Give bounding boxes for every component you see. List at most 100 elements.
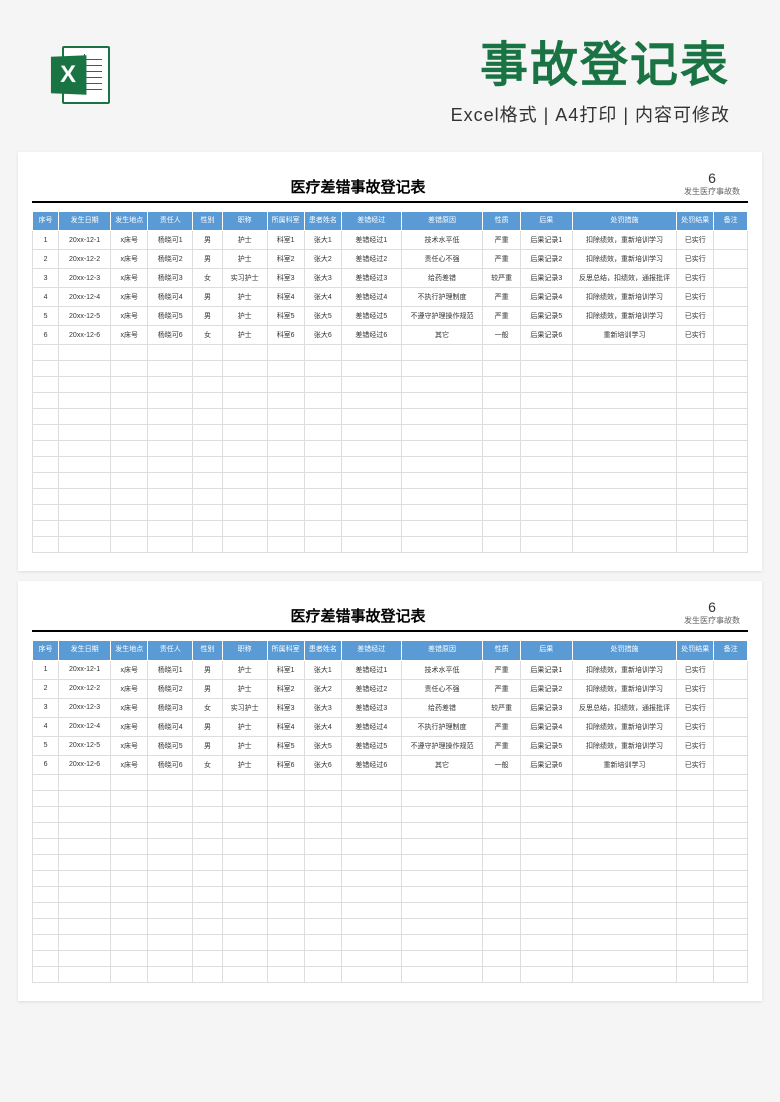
- col-person: 责任人: [148, 212, 193, 231]
- cell-place: x床号: [111, 660, 148, 679]
- cell-gender: 男: [193, 736, 223, 755]
- cell-remark: [714, 660, 748, 679]
- cell-dept: 科室6: [267, 326, 304, 345]
- col-remark: 备注: [714, 641, 748, 660]
- cell-title: 护士: [222, 326, 267, 345]
- cell-measure: 重新培训学习: [572, 755, 676, 774]
- cell-remark: [714, 269, 748, 288]
- cell-result: 已实行: [677, 307, 714, 326]
- cell-nature: 严重: [483, 660, 520, 679]
- col-person: 责任人: [148, 641, 193, 660]
- cell-reason: 其它: [401, 326, 483, 345]
- cell-dept: 科室2: [267, 250, 304, 269]
- cell-date: 20xx-12-1: [59, 231, 111, 250]
- table-row: 520xx-12-5x床号杨晓可5男护士科室5张大5差错经过5不遵守护理操作规范…: [33, 736, 748, 755]
- cell-process: 差错经过3: [342, 269, 402, 288]
- cell-dept: 科室3: [267, 269, 304, 288]
- col-remark: 备注: [714, 212, 748, 231]
- cell-result: 已实行: [677, 717, 714, 736]
- cell-process: 差错经过5: [342, 736, 402, 755]
- cell-title: 护士: [222, 717, 267, 736]
- table-row-empty: [33, 361, 748, 377]
- cell-result: 已实行: [677, 679, 714, 698]
- cell-dept: 科室5: [267, 307, 304, 326]
- data-table-1: 序号发生日期发生地点责任人性别职称所属科室患者姓名差错经过差错原因性质后果处罚措…: [32, 211, 748, 553]
- sheet-title-row: 医疗差错事故登记表 6 发生医疗事故数: [32, 599, 748, 632]
- table-row-empty: [33, 854, 748, 870]
- cell-place: x床号: [111, 250, 148, 269]
- data-table-2: 序号发生日期发生地点责任人性别职称所属科室患者姓名差错经过差错原因性质后果处罚措…: [32, 640, 748, 982]
- cell-gender: 女: [193, 755, 223, 774]
- cell-process: 差错经过1: [342, 660, 402, 679]
- cell-nature: 严重: [483, 307, 520, 326]
- table-row-empty: [33, 838, 748, 854]
- cell-gender: 女: [193, 326, 223, 345]
- table-row: 420xx-12-4x床号杨晓可4男护士科室4张大4差错经过4不执行护理制度严重…: [33, 717, 748, 736]
- cell-remark: [714, 250, 748, 269]
- cell-place: x床号: [111, 679, 148, 698]
- cell-consequence: 后果记录4: [520, 717, 572, 736]
- cell-dept: 科室5: [267, 736, 304, 755]
- count-number: 6: [684, 170, 740, 186]
- cell-date: 20xx-12-6: [59, 326, 111, 345]
- main-title: 事故登记表: [125, 25, 730, 95]
- cell-place: x床号: [111, 698, 148, 717]
- cell-gender: 男: [193, 231, 223, 250]
- header-row-2: 序号发生日期发生地点责任人性别职称所属科室患者姓名差错经过差错原因性质后果处罚措…: [33, 641, 748, 660]
- cell-reason: 责任心不强: [401, 679, 483, 698]
- sheet-title-row: 医疗差错事故登记表 6 发生医疗事故数: [32, 170, 748, 203]
- cell-dept: 科室1: [267, 231, 304, 250]
- col-gender: 性别: [193, 212, 223, 231]
- cell-nature: 一般: [483, 326, 520, 345]
- col-seq: 序号: [33, 641, 59, 660]
- cell-process: 差错经过6: [342, 755, 402, 774]
- cell-person: 杨晓可6: [148, 326, 193, 345]
- table-row-empty: [33, 393, 748, 409]
- table-row-empty: [33, 774, 748, 790]
- table-row: 520xx-12-5x床号杨晓可5男护士科室5张大5差错经过5不遵守护理操作规范…: [33, 307, 748, 326]
- table-row-empty: [33, 822, 748, 838]
- cell-date: 20xx-12-4: [59, 717, 111, 736]
- col-gender: 性别: [193, 641, 223, 660]
- cell-process: 差错经过2: [342, 250, 402, 269]
- cell-nature: 严重: [483, 231, 520, 250]
- cell-reason: 不遵守护理操作规范: [401, 736, 483, 755]
- sheet-preview-2: 医疗差错事故登记表 6 发生医疗事故数 序号发生日期发生地点责任人性别职称所属科…: [18, 581, 762, 1000]
- cell-measure: 扣除绩效，重新培训学习: [572, 736, 676, 755]
- table-row-empty: [33, 457, 748, 473]
- cell-result: 已实行: [677, 250, 714, 269]
- cell-gender: 女: [193, 269, 223, 288]
- cell-result: 已实行: [677, 660, 714, 679]
- cell-result: 已实行: [677, 269, 714, 288]
- cell-patient: 张大5: [304, 307, 341, 326]
- cell-patient: 张大2: [304, 250, 341, 269]
- cell-process: 差错经过4: [342, 288, 402, 307]
- table-row-empty: [33, 345, 748, 361]
- col-reason: 差错原因: [401, 212, 483, 231]
- cell-result: 已实行: [677, 231, 714, 250]
- cell-remark: [714, 736, 748, 755]
- cell-process: 差错经过6: [342, 326, 402, 345]
- cell-measure: 扣除绩效，重新培训学习: [572, 679, 676, 698]
- col-date: 发生日期: [59, 641, 111, 660]
- cell-measure: 扣除绩效，重新培训学习: [572, 288, 676, 307]
- cell-place: x床号: [111, 231, 148, 250]
- table-row: 320xx-12-3x床号杨晓可3女实习护士科室3张大3差错经过3给药差错较严重…: [33, 698, 748, 717]
- cell-place: x床号: [111, 755, 148, 774]
- cell-dept: 科室4: [267, 717, 304, 736]
- table-row: 120xx-12-1x床号杨晓可1男护士科室1张大1差错经过1技术水平低严重后果…: [33, 231, 748, 250]
- table-row-empty: [33, 425, 748, 441]
- cell-result: 已实行: [677, 326, 714, 345]
- cell-consequence: 后果记录5: [520, 307, 572, 326]
- table-row: 220xx-12-2x床号杨晓可2男护士科室2张大2差错经过2责任心不强严重后果…: [33, 679, 748, 698]
- table-row-empty: [33, 886, 748, 902]
- sheet-preview-1: 医疗差错事故登记表 6 发生医疗事故数 序号发生日期发生地点责任人性别职称所属科…: [18, 152, 762, 571]
- cell-reason: 技术水平低: [401, 231, 483, 250]
- cell-date: 20xx-12-6: [59, 755, 111, 774]
- table-row-empty: [33, 409, 748, 425]
- cell-process: 差错经过1: [342, 231, 402, 250]
- cell-process: 差错经过5: [342, 307, 402, 326]
- cell-title: 护士: [222, 660, 267, 679]
- cell-nature: 一般: [483, 755, 520, 774]
- count-number: 6: [684, 599, 740, 615]
